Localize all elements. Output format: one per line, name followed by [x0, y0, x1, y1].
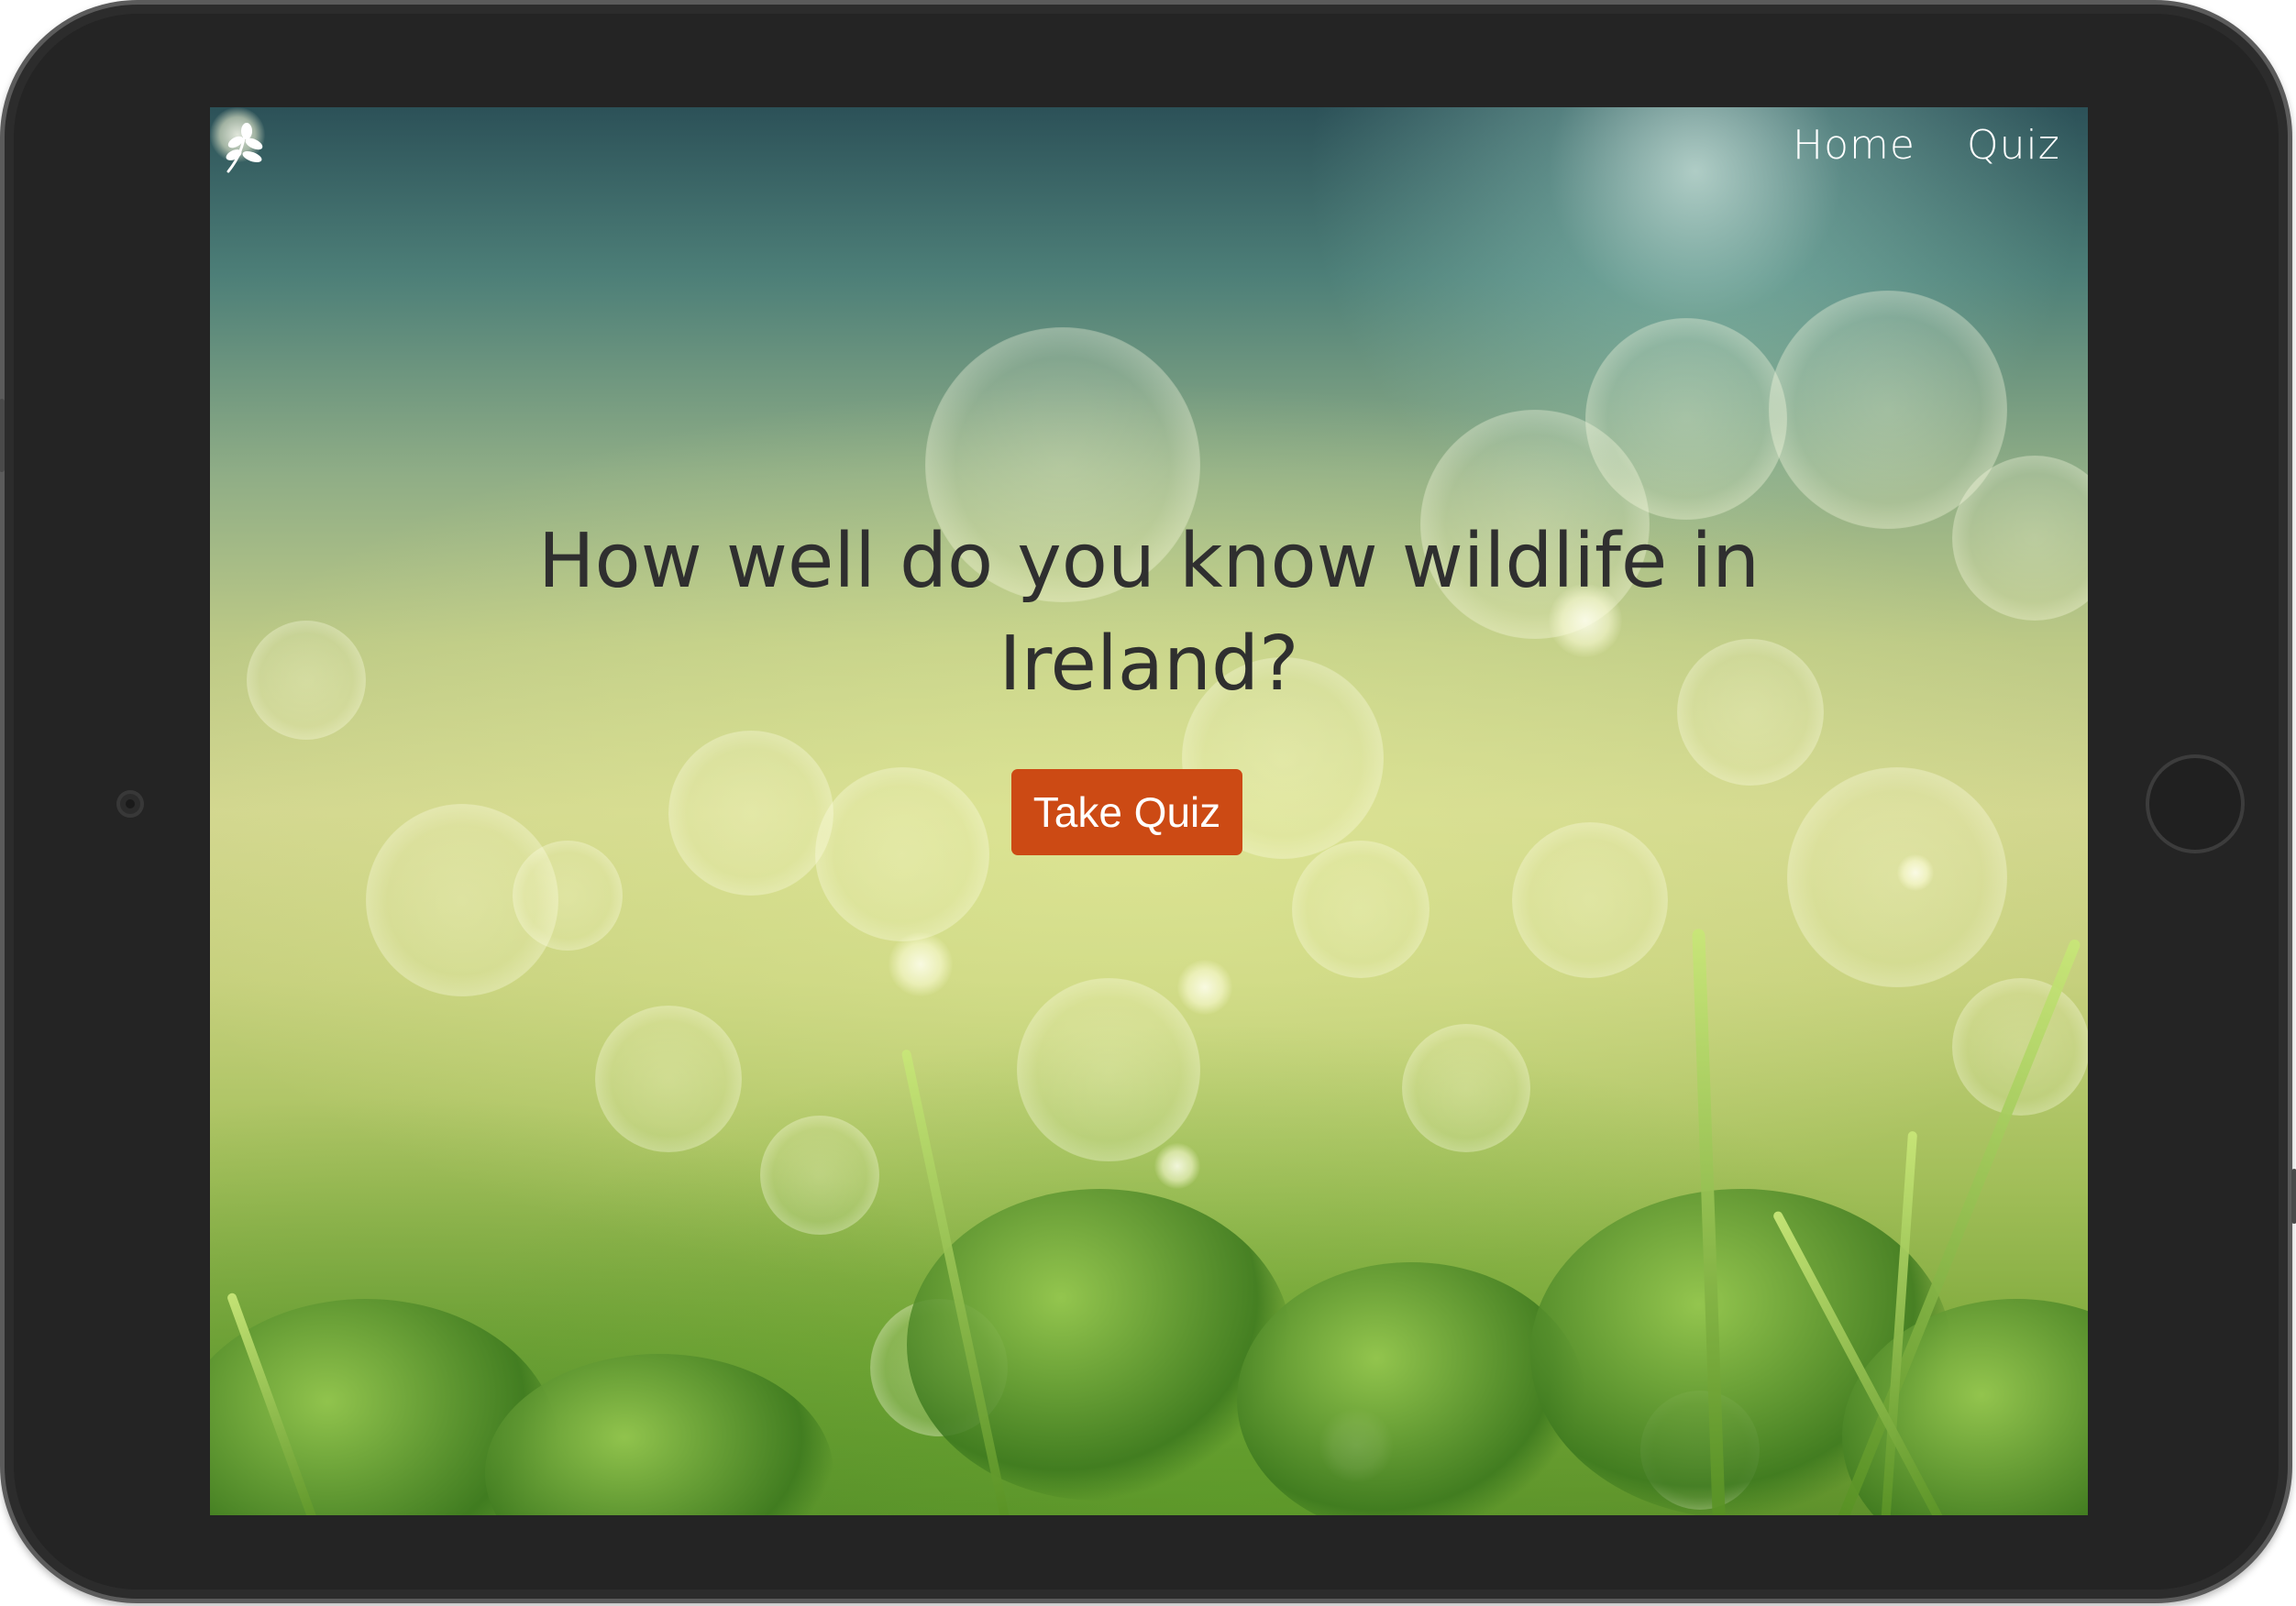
- bokeh-circle: [1952, 978, 2088, 1116]
- bokeh-highlight: [889, 932, 953, 996]
- bokeh-highlight: [1897, 854, 1934, 891]
- bokeh-circle: [1585, 318, 1787, 520]
- bokeh-highlight: [1177, 960, 1232, 1015]
- bokeh-circle: [595, 1006, 742, 1152]
- side-button-right: [2291, 1169, 2296, 1224]
- nav-link-home[interactable]: Home: [1793, 118, 1915, 173]
- top-navbar: Home Quiz: [210, 107, 2088, 199]
- side-button-top: [0, 399, 5, 472]
- bokeh-circle: [1017, 978, 1200, 1161]
- home-button[interactable]: [2146, 754, 2245, 853]
- leaf-sprig-icon[interactable]: [223, 122, 269, 175]
- bokeh-circle: [668, 731, 833, 896]
- hero-section: How well do you know wildlife in Ireland…: [210, 511, 2088, 716]
- bokeh-circle: [1512, 822, 1668, 978]
- clover-leaf: [1237, 1262, 1585, 1515]
- take-quiz-button[interactable]: Take Quiz: [1011, 769, 1242, 855]
- nav-link-quiz[interactable]: Quiz: [1967, 118, 2060, 173]
- tablet-frame: Home Quiz How well do you know wildlife …: [0, 0, 2296, 1603]
- bokeh-circle: [760, 1116, 879, 1235]
- hero-title: How well do you know wildlife in Ireland…: [537, 518, 1761, 708]
- web-page-screen: Home Quiz How well do you know wildlife …: [210, 107, 2088, 1515]
- bokeh-circle: [815, 767, 989, 941]
- bokeh-circle: [513, 841, 623, 951]
- bokeh-circle: [1292, 841, 1429, 978]
- bokeh-circle: [1402, 1024, 1530, 1152]
- bokeh-highlight: [1154, 1143, 1200, 1189]
- front-camera: [116, 790, 144, 818]
